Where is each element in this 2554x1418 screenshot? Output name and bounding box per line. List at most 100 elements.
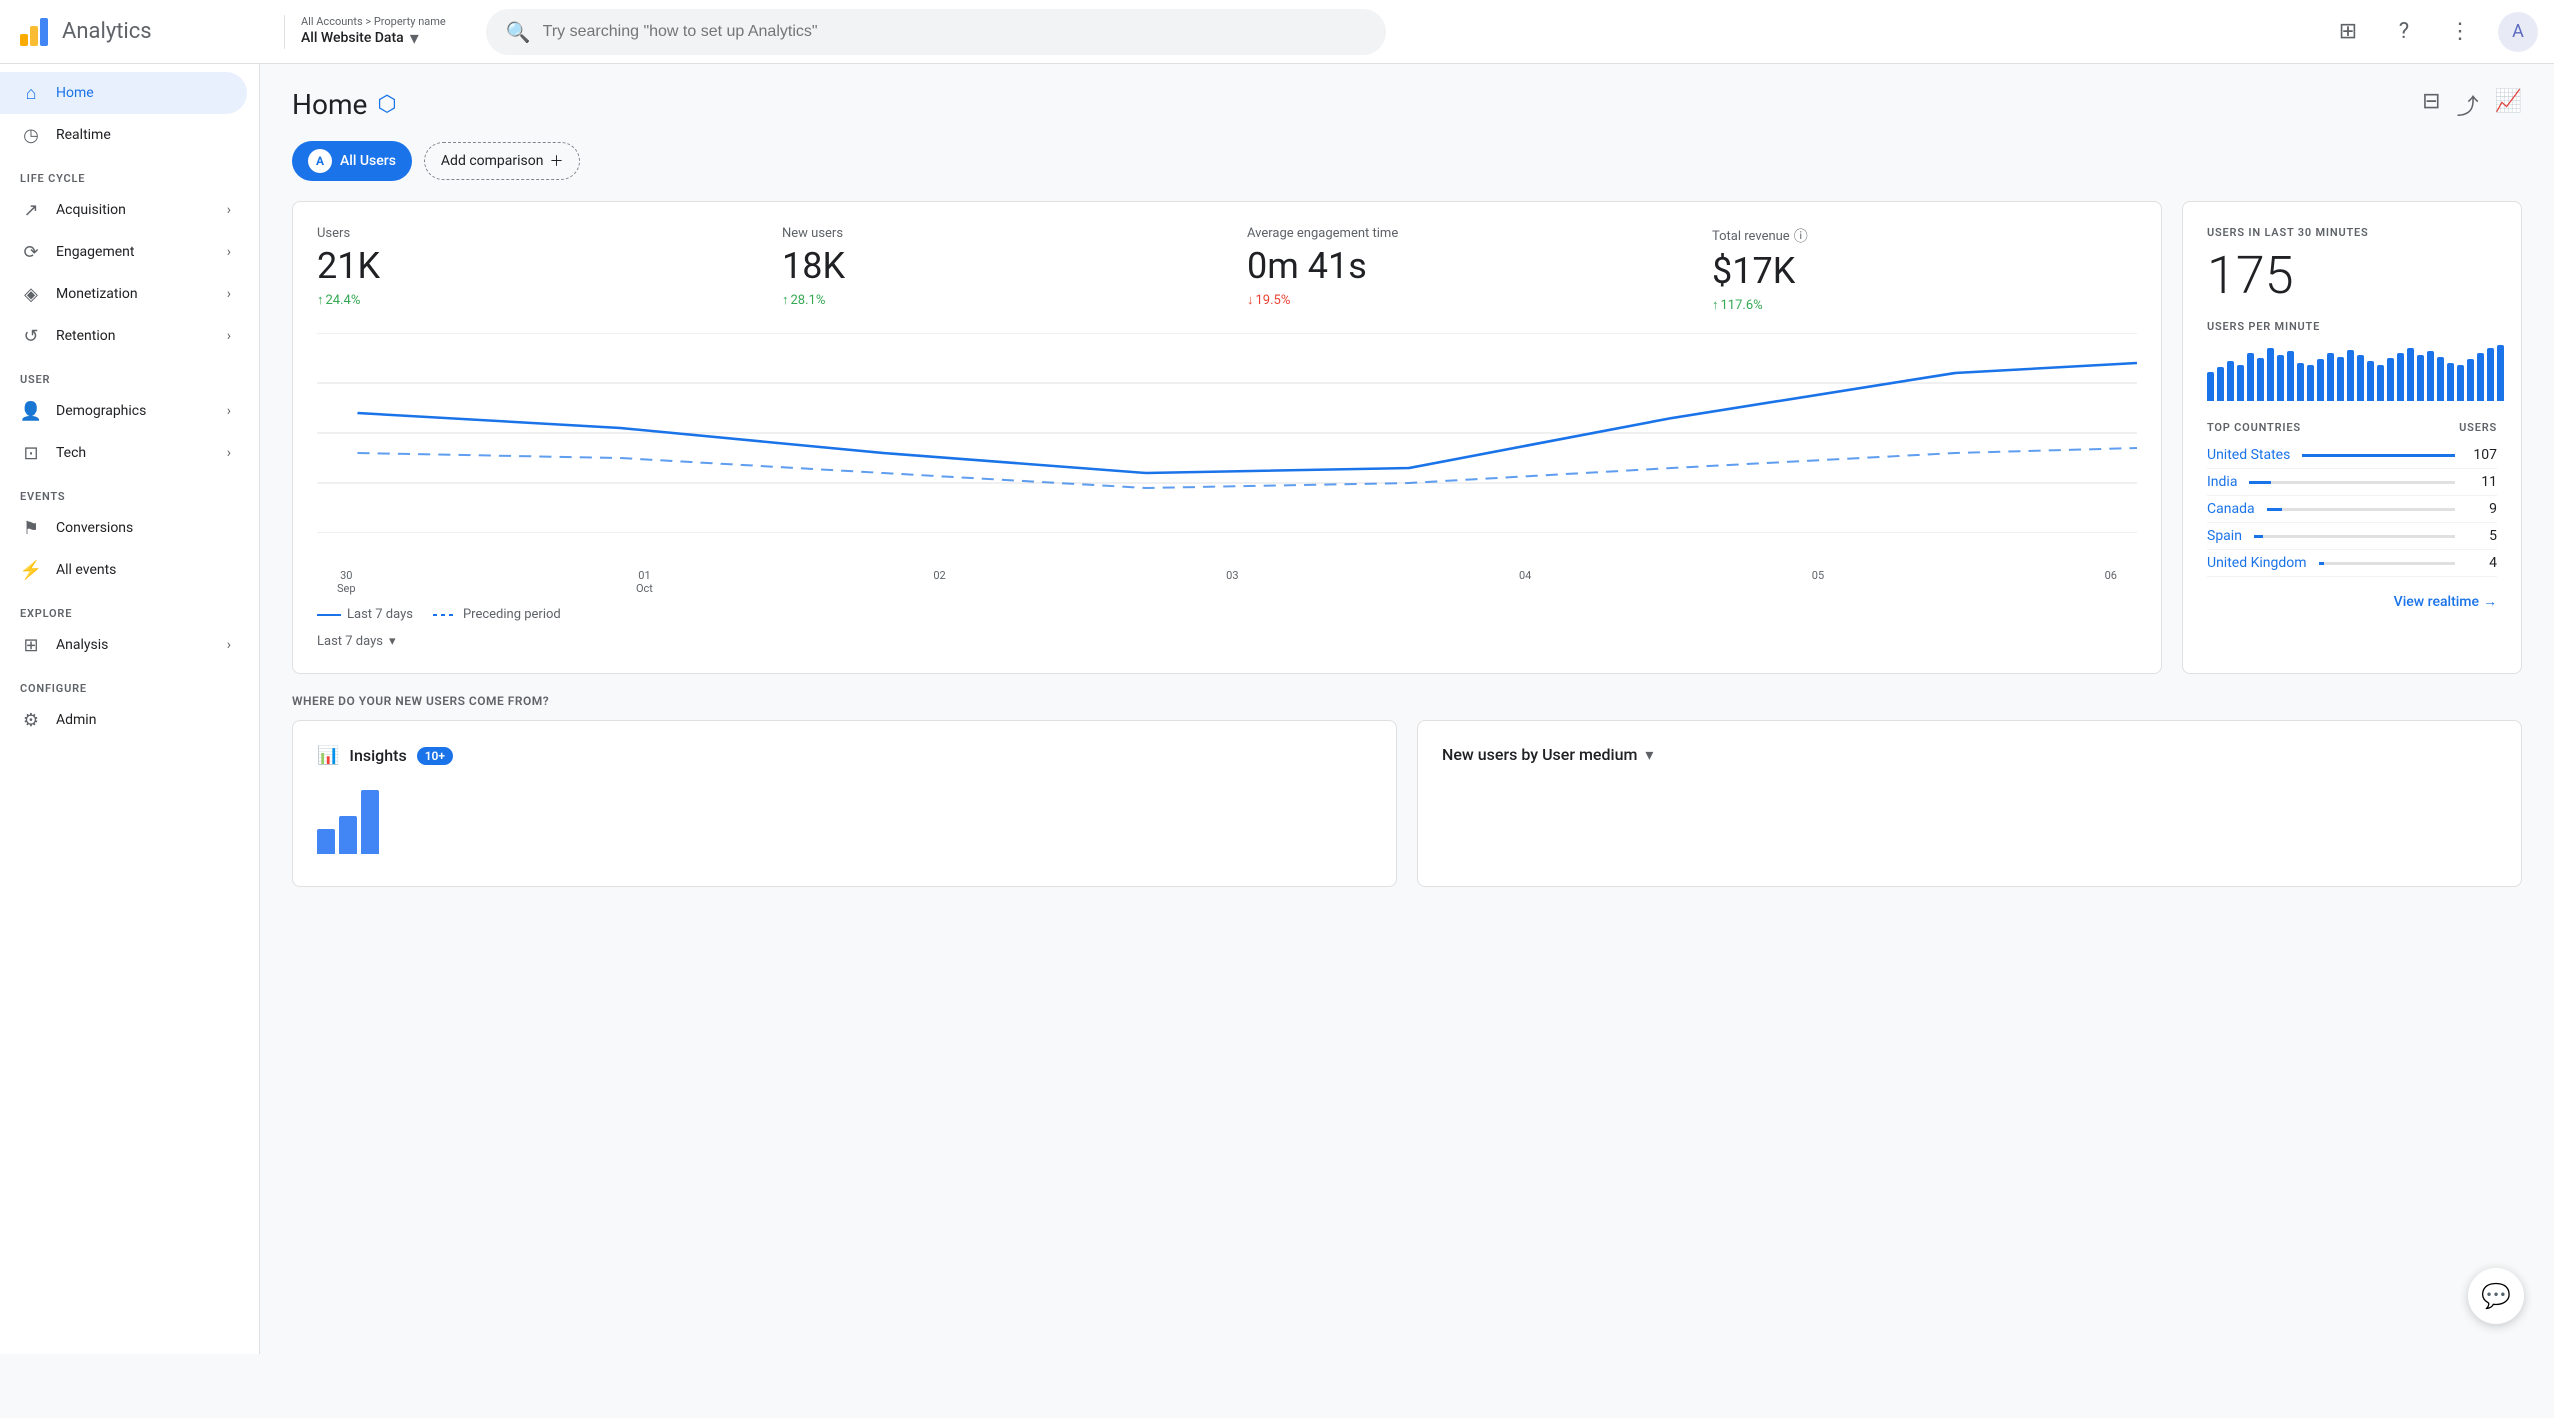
sidebar-item-realtime[interactable]: ◷ Realtime: [0, 114, 247, 156]
configure-section-label: CONFIGURE: [0, 666, 259, 699]
search-input[interactable]: [543, 23, 1366, 41]
new-users-card: New users by User medium ▾: [1417, 720, 2522, 887]
bar-minute: [2347, 350, 2354, 401]
country-row: United Kingdom 4: [2207, 550, 2497, 577]
revenue-value: $17K: [1712, 250, 2137, 293]
bar-minute: [2357, 355, 2364, 401]
country-row: India 11: [2207, 469, 2497, 496]
insights-header: 📊 Insights 10+: [317, 745, 1372, 766]
country-name[interactable]: United Kingdom: [2207, 555, 2307, 571]
events-section-label: EVENTS: [0, 474, 259, 507]
sidebar-item-home[interactable]: ⌂ Home: [0, 72, 247, 114]
logo-area: Analytics: [16, 14, 276, 50]
country-bar: [2302, 454, 2455, 457]
country-count: 11: [2467, 474, 2497, 490]
users-col-label: USERS: [2459, 421, 2497, 434]
sidebar-item-all-events[interactable]: ⚡ All events: [0, 549, 247, 591]
search-bar[interactable]: 🔍: [486, 9, 1386, 55]
bar-minute: [2447, 363, 2454, 402]
bar-minute: [2257, 358, 2264, 401]
sidebar-label-admin: Admin: [56, 712, 96, 728]
avatar[interactable]: A: [2498, 12, 2538, 52]
insights-card: 📊 Insights 10+: [292, 720, 1397, 887]
sidebar-item-demographics[interactable]: 👤 Demographics ›: [0, 390, 247, 432]
users-label: Users: [317, 226, 742, 241]
country-name[interactable]: Canada: [2207, 501, 2255, 517]
country-name[interactable]: India: [2207, 474, 2237, 490]
app-title: Analytics: [62, 19, 152, 44]
retention-icon: ↺: [20, 325, 42, 347]
header: Analytics All Accounts > Property name A…: [0, 0, 2554, 64]
acquisition-icon: ↗: [20, 199, 42, 221]
bar-minute: [2457, 365, 2464, 402]
date-label-01: 01Oct: [636, 569, 653, 595]
sidebar-label-analysis: Analysis: [56, 637, 108, 653]
breadcrumb-bottom[interactable]: All Website Data ▾: [301, 28, 446, 49]
legend-current: Last 7 days: [317, 607, 413, 622]
layout: ⌂ Home ◷ Realtime LIFE CYCLE ↗ Acquisiti…: [0, 64, 2554, 1354]
customize-icon[interactable]: ⊟: [2422, 89, 2440, 121]
sidebar-item-admin[interactable]: ⚙ Admin: [0, 699, 247, 741]
country-name[interactable]: United States: [2207, 447, 2290, 463]
grid-icon[interactable]: ⊞: [2330, 14, 2366, 50]
sidebar-item-analysis[interactable]: ⊞ Analysis ›: [0, 624, 247, 666]
bar-minute: [2217, 367, 2224, 401]
per-minute-chart: [2207, 341, 2497, 401]
add-comparison-button[interactable]: Add comparison ＋: [424, 142, 581, 180]
dropdown-icon[interactable]: ▾: [1645, 745, 1653, 764]
analysis-left: ⊞ Analysis: [20, 634, 108, 656]
bar-minute: [2387, 358, 2394, 401]
edit-icon[interactable]: ⬡: [377, 92, 396, 117]
main-content: Home ⬡ ⊟ ⤴ 📈 A All Users Add comparison …: [260, 64, 2554, 1354]
mini-bar-2: [339, 816, 357, 854]
lifecycle-section-label: LIFE CYCLE: [0, 156, 259, 189]
bar-minute: [2317, 359, 2324, 401]
sidebar-item-acquisition[interactable]: ↗ Acquisition ›: [0, 189, 247, 231]
more-options-icon[interactable]: ⋮: [2442, 14, 2478, 50]
engagement-left: ⟳ Engagement: [20, 241, 134, 263]
bar-minute: [2297, 363, 2304, 402]
share-icon[interactable]: ⤴: [2457, 89, 2479, 121]
bar-minute: [2267, 348, 2274, 401]
sidebar-item-monetization[interactable]: ◈ Monetization ›: [0, 273, 247, 315]
stat-revenue: Total revenue ⓘ $17K ↑ 117.6%: [1712, 226, 2137, 313]
help-icon[interactable]: ?: [2386, 14, 2422, 50]
country-row: United States 107: [2207, 442, 2497, 469]
chat-icon[interactable]: 💬: [2468, 1268, 2524, 1324]
new-users-title: New users by User medium: [1442, 745, 1637, 764]
legend-preceding-label: Preceding period: [463, 607, 561, 622]
sidebar-item-retention[interactable]: ↺ Retention ›: [0, 315, 247, 357]
legend-line-dashed: [433, 614, 457, 616]
analysis-icon: ⊞: [20, 634, 42, 656]
revenue-label: Total revenue ⓘ: [1712, 226, 2137, 246]
country-row: Canada 9: [2207, 496, 2497, 523]
country-bar: [2319, 562, 2324, 565]
all-users-chip[interactable]: A All Users: [292, 141, 412, 181]
country-count: 107: [2467, 447, 2497, 463]
bar-minute: [2437, 357, 2444, 401]
sidebar-item-tech[interactable]: ⊡ Tech ›: [0, 432, 247, 474]
date-label-30: 30Sep: [337, 569, 356, 595]
mini-bar-1: [317, 829, 335, 855]
country-name[interactable]: Spain: [2207, 528, 2242, 544]
page-title: Home: [292, 88, 367, 121]
compare-icon[interactable]: 📈: [2495, 89, 2522, 121]
info-icon[interactable]: ⓘ: [1794, 226, 1808, 246]
monetization-left: ◈ Monetization: [20, 283, 138, 305]
sidebar-item-engagement[interactable]: ⟳ Engagement ›: [0, 231, 247, 273]
country-count: 4: [2467, 555, 2497, 571]
arrow-up-icon-2: ↑: [782, 292, 789, 308]
view-realtime-link[interactable]: View realtime →: [2207, 593, 2497, 610]
bar-minute: [2327, 353, 2334, 401]
country-bar-bg: [2249, 481, 2455, 484]
home-icon: ⌂: [20, 82, 42, 104]
sidebar-label-monetization: Monetization: [56, 286, 138, 302]
demographics-left: 👤 Demographics: [20, 400, 146, 422]
insights-title: Insights: [349, 746, 406, 765]
chevron-right-icon-6: ›: [227, 445, 231, 461]
bar-minute: [2287, 351, 2294, 401]
bar-minute: [2207, 372, 2214, 401]
users-change: ↑ 24.4%: [317, 292, 742, 308]
date-range-selector[interactable]: Last 7 days ▾: [317, 634, 2137, 649]
sidebar-item-conversions[interactable]: ⚑ Conversions: [0, 507, 247, 549]
